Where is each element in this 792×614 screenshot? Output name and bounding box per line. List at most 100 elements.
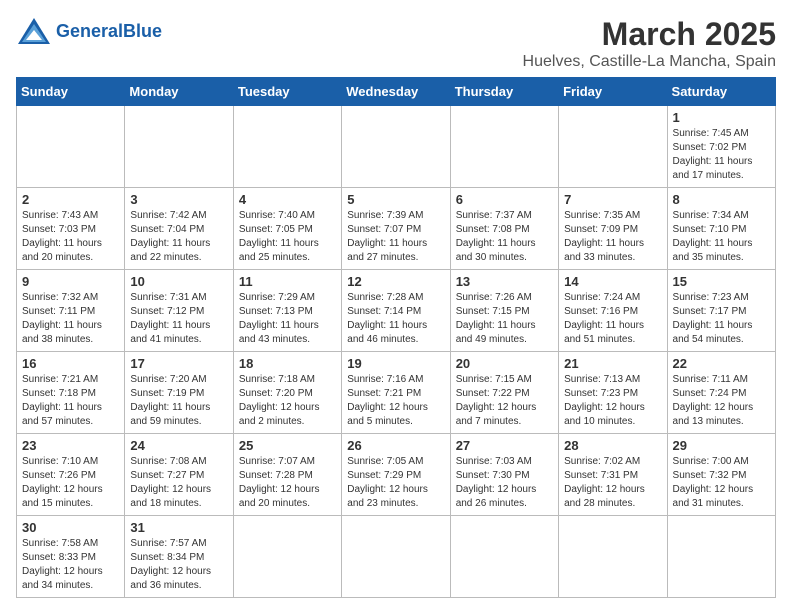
calendar-cell <box>342 106 450 188</box>
day-number: 3 <box>130 192 227 207</box>
day-info: Sunrise: 7:40 AM Sunset: 7:05 PM Dayligh… <box>239 209 336 265</box>
calendar-header-row: SundayMondayTuesdayWednesdayThursdayFrid… <box>17 78 776 106</box>
calendar-cell: 11 Sunrise: 7:29 AM Sunset: 7:13 PM Dayli… <box>233 270 341 352</box>
day-info: Sunrise: 7:45 AM Sunset: 7:02 PM Dayligh… <box>673 127 770 183</box>
calendar-cell: 15Sunrise: 7:23 AM Sunset: 7:17 PM Dayli… <box>667 270 775 352</box>
calendar-table: SundayMondayTuesdayWednesdayThursdayFrid… <box>16 77 776 598</box>
calendar-week-1: 1 Sunrise: 7:45 AM Sunset: 7:02 PM Daylig… <box>17 106 776 188</box>
day-number: 28 <box>564 438 661 453</box>
calendar-cell: 12Sunrise: 7:28 AM Sunset: 7:14 PM Dayli… <box>342 270 450 352</box>
calendar-cell: 22 Sunrise: 7:11 AM Sunset: 7:24 PM Dayli… <box>667 352 775 434</box>
calendar-cell: 16Sunrise: 7:21 AM Sunset: 7:18 PM Dayli… <box>17 352 125 434</box>
calendar-cell: 18Sunrise: 7:18 AM Sunset: 7:20 PM Dayli… <box>233 352 341 434</box>
calendar-cell: 19Sunrise: 7:16 AM Sunset: 7:21 PM Dayli… <box>342 352 450 434</box>
day-number: 13 <box>456 274 553 289</box>
day-info: Sunrise: 7:58 AM Sunset: 8:33 PM Dayligh… <box>22 537 119 593</box>
day-number: 22 <box>673 356 770 371</box>
day-info: Sunrise: 7:42 AM Sunset: 7:04 PM Dayligh… <box>130 209 227 265</box>
day-number: 31 <box>130 520 227 535</box>
day-info: Sunrise: 7:11 AM Sunset: 7:24 PM Dayligh… <box>673 373 770 429</box>
calendar-cell <box>233 106 341 188</box>
day-info: Sunrise: 7:16 AM Sunset: 7:21 PM Dayligh… <box>347 373 444 429</box>
day-info: Sunrise: 7:28 AM Sunset: 7:14 PM Dayligh… <box>347 291 444 347</box>
day-number: 25 <box>239 438 336 453</box>
calendar-cell <box>125 106 233 188</box>
day-info: Sunrise: 7:34 AM Sunset: 7:10 PM Dayligh… <box>673 209 770 265</box>
logo: GeneralBlue <box>16 16 162 46</box>
day-number: 14 <box>564 274 661 289</box>
calendar-week-3: 9Sunrise: 7:32 AM Sunset: 7:11 PM Daylig… <box>17 270 776 352</box>
calendar-header-saturday: Saturday <box>667 78 775 106</box>
page-subtitle: Huelves, Castille-La Mancha, Spain <box>523 53 776 71</box>
calendar-cell: 20 Sunrise: 7:15 AM Sunset: 7:22 PM Dayli… <box>450 352 558 434</box>
title-area: March 2025 Huelves, Castille-La Mancha, … <box>523 16 776 71</box>
calendar-cell: 21Sunrise: 7:13 AM Sunset: 7:23 PM Dayli… <box>559 352 667 434</box>
calendar-cell: 5 Sunrise: 7:39 AM Sunset: 7:07 PM Daylig… <box>342 188 450 270</box>
calendar-header-monday: Monday <box>125 78 233 106</box>
day-number: 20 <box>456 356 553 371</box>
calendar-cell <box>559 106 667 188</box>
day-info: Sunrise: 7:23 AM Sunset: 7:17 PM Dayligh… <box>673 291 770 347</box>
calendar-cell <box>342 516 450 598</box>
day-info: Sunrise: 7:03 AM Sunset: 7:30 PM Dayligh… <box>456 455 553 511</box>
calendar-week-2: 2 Sunrise: 7:43 AM Sunset: 7:03 PM Daylig… <box>17 188 776 270</box>
calendar-cell: 4 Sunrise: 7:40 AM Sunset: 7:05 PM Daylig… <box>233 188 341 270</box>
day-number: 16 <box>22 356 119 371</box>
day-info: Sunrise: 7:31 AM Sunset: 7:12 PM Dayligh… <box>130 291 227 347</box>
calendar-header-friday: Friday <box>559 78 667 106</box>
day-info: Sunrise: 7:43 AM Sunset: 7:03 PM Dayligh… <box>22 209 119 265</box>
calendar-header-tuesday: Tuesday <box>233 78 341 106</box>
day-info: Sunrise: 7:13 AM Sunset: 7:23 PM Dayligh… <box>564 373 661 429</box>
day-info: Sunrise: 7:26 AM Sunset: 7:15 PM Dayligh… <box>456 291 553 347</box>
day-number: 5 <box>347 192 444 207</box>
day-number: 11 <box>239 274 336 289</box>
calendar-cell <box>233 516 341 598</box>
day-info: Sunrise: 7:18 AM Sunset: 7:20 PM Dayligh… <box>239 373 336 429</box>
day-info: Sunrise: 7:10 AM Sunset: 7:26 PM Dayligh… <box>22 455 119 511</box>
calendar-cell <box>667 516 775 598</box>
day-info: Sunrise: 7:05 AM Sunset: 7:29 PM Dayligh… <box>347 455 444 511</box>
day-info: Sunrise: 7:20 AM Sunset: 7:19 PM Dayligh… <box>130 373 227 429</box>
day-info: Sunrise: 7:07 AM Sunset: 7:28 PM Dayligh… <box>239 455 336 511</box>
day-number: 1 <box>673 110 770 125</box>
day-number: 23 <box>22 438 119 453</box>
logo-icon <box>16 16 52 46</box>
day-info: Sunrise: 7:00 AM Sunset: 7:32 PM Dayligh… <box>673 455 770 511</box>
calendar-header-sunday: Sunday <box>17 78 125 106</box>
day-number: 2 <box>22 192 119 207</box>
day-number: 24 <box>130 438 227 453</box>
day-info: Sunrise: 7:37 AM Sunset: 7:08 PM Dayligh… <box>456 209 553 265</box>
day-info: Sunrise: 7:35 AM Sunset: 7:09 PM Dayligh… <box>564 209 661 265</box>
day-info: Sunrise: 7:15 AM Sunset: 7:22 PM Dayligh… <box>456 373 553 429</box>
calendar-cell: 25 Sunrise: 7:07 AM Sunset: 7:28 PM Dayli… <box>233 434 341 516</box>
calendar-cell: 28 Sunrise: 7:02 AM Sunset: 7:31 PM Dayli… <box>559 434 667 516</box>
day-info: Sunrise: 7:02 AM Sunset: 7:31 PM Dayligh… <box>564 455 661 511</box>
page-title: March 2025 <box>523 16 776 53</box>
day-number: 30 <box>22 520 119 535</box>
calendar-cell: 13 Sunrise: 7:26 AM Sunset: 7:15 PM Dayli… <box>450 270 558 352</box>
day-info: Sunrise: 7:29 AM Sunset: 7:13 PM Dayligh… <box>239 291 336 347</box>
day-number: 7 <box>564 192 661 207</box>
day-number: 9 <box>22 274 119 289</box>
day-info: Sunrise: 7:39 AM Sunset: 7:07 PM Dayligh… <box>347 209 444 265</box>
calendar-cell: 29 Sunrise: 7:00 AM Sunset: 7:32 PM Dayli… <box>667 434 775 516</box>
calendar-cell: 31 Sunrise: 7:57 AM Sunset: 8:34 PM Dayli… <box>125 516 233 598</box>
day-number: 8 <box>673 192 770 207</box>
calendar-week-6: 30 Sunrise: 7:58 AM Sunset: 8:33 PM Dayli… <box>17 516 776 598</box>
day-number: 4 <box>239 192 336 207</box>
logo-text: GeneralBlue <box>56 21 162 42</box>
calendar-cell: 10Sunrise: 7:31 AM Sunset: 7:12 PM Dayli… <box>125 270 233 352</box>
calendar-cell <box>450 106 558 188</box>
day-number: 17 <box>130 356 227 371</box>
calendar-cell: 23 Sunrise: 7:10 AM Sunset: 7:26 PM Dayli… <box>17 434 125 516</box>
calendar-cell <box>17 106 125 188</box>
calendar-cell: 2 Sunrise: 7:43 AM Sunset: 7:03 PM Daylig… <box>17 188 125 270</box>
calendar-cell <box>559 516 667 598</box>
day-info: Sunrise: 7:24 AM Sunset: 7:16 PM Dayligh… <box>564 291 661 347</box>
header: GeneralBlue March 2025 Huelves, Castille… <box>16 16 776 71</box>
day-info: Sunrise: 7:57 AM Sunset: 8:34 PM Dayligh… <box>130 537 227 593</box>
calendar-cell <box>450 516 558 598</box>
calendar-cell: 30 Sunrise: 7:58 AM Sunset: 8:33 PM Dayli… <box>17 516 125 598</box>
day-number: 29 <box>673 438 770 453</box>
calendar-cell: 17 Sunrise: 7:20 AM Sunset: 7:19 PM Dayli… <box>125 352 233 434</box>
